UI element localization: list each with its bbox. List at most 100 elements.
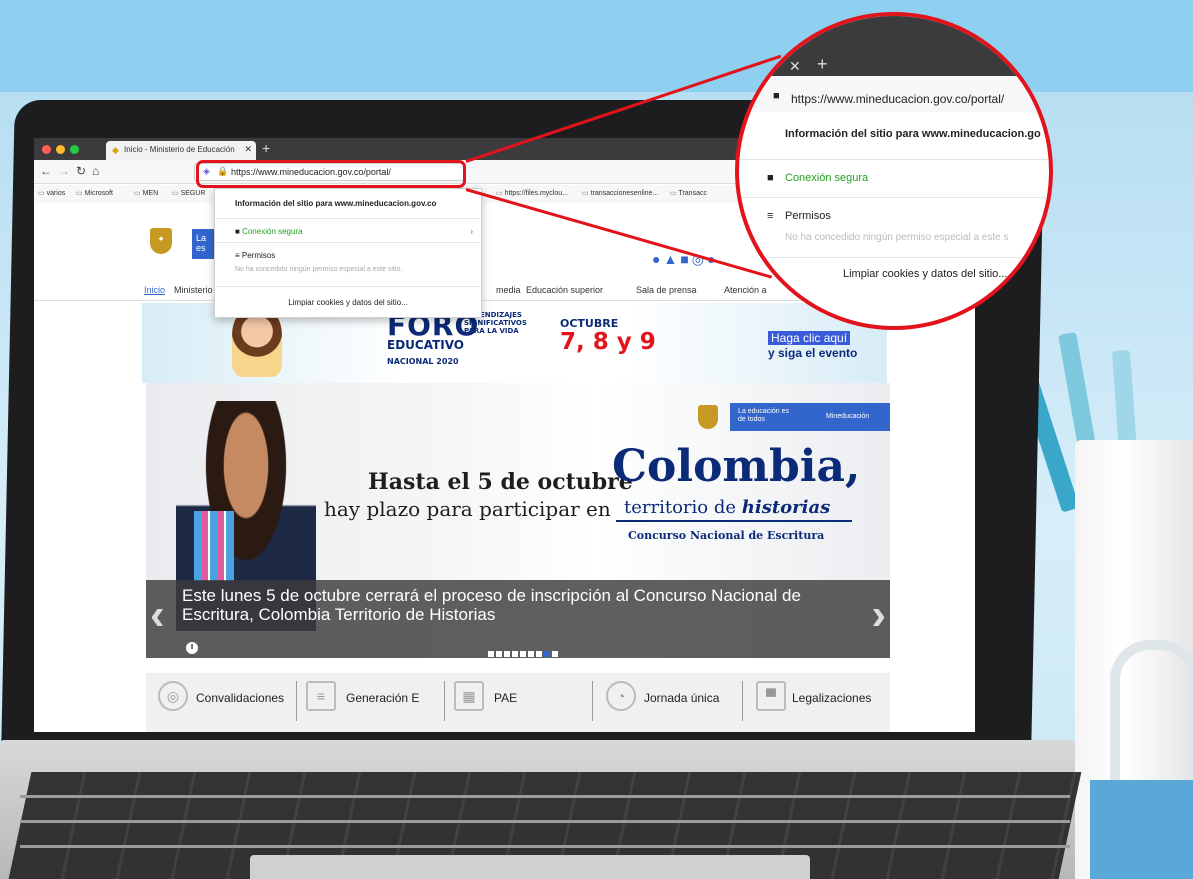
quick-link-jornada-unica[interactable]: Jornada única	[644, 691, 719, 705]
hero-colombia: Colombia,	[612, 441, 861, 492]
hero-historias: historias	[741, 497, 831, 518]
carousel-dot[interactable]	[488, 651, 494, 657]
zoom-url-text: https://www.mineducacion.gov.co/portal/	[791, 92, 1005, 106]
carousel-dot[interactable]	[528, 651, 534, 657]
quick-link-generacion-e[interactable]: Generación E	[346, 691, 419, 705]
lock-icon[interactable]: ■	[773, 90, 780, 102]
zoom-tab-bar: ✕ +	[739, 16, 1049, 76]
foro-cta-text[interactable]: y siga el evento	[768, 346, 857, 360]
keyboard-row	[20, 820, 1070, 823]
secure-connection-item[interactable]: ■ Conexión segura ›	[215, 219, 481, 243]
foro-cta-link[interactable]: Haga clic aquí	[768, 331, 851, 345]
ministry-badge: La educación es de todos Mineducación	[698, 403, 890, 431]
permissions-label: Permisos	[241, 251, 276, 260]
coat-of-arms-icon	[698, 405, 718, 429]
carousel-dot[interactable]	[520, 651, 526, 657]
tab-title: Inicio - Ministerio de Educación	[124, 145, 235, 154]
home-icon[interactable]: ⌂	[92, 164, 99, 178]
bookmark-item[interactable]: MEN	[134, 189, 159, 197]
minimize-window-button[interactable]	[56, 145, 65, 154]
flag-icon: ▀	[756, 681, 786, 711]
quick-link-convalidaciones[interactable]: Convalidaciones	[196, 691, 284, 705]
quick-links-bar: ◎ Convalidaciones ≡ Generación E ▦ PAE ◔…	[146, 673, 890, 732]
bookmark-item[interactable]: Microsoft	[76, 189, 113, 197]
new-tab-button[interactable]: +	[262, 140, 270, 156]
new-tab-button[interactable]: +	[817, 54, 828, 75]
building-icon: ▦	[454, 681, 484, 711]
zoom-address-bar[interactable]: ■ https://www.mineducacion.gov.co/portal…	[739, 76, 1049, 112]
hero-territorio-text: territorio de	[624, 497, 737, 518]
carousel-dot[interactable]	[512, 651, 518, 657]
site-info-popup: Información del sitio para www.mineducac…	[214, 188, 482, 318]
menu-item-media[interactable]: media	[496, 285, 521, 295]
globe-icon: ◎	[158, 681, 188, 711]
permissions-section: ≡ Permisos No ha concedido ningún permis…	[215, 243, 481, 287]
close-tab-icon[interactable]: ✕	[244, 144, 252, 155]
menu-item-ministerio[interactable]: Ministerio	[174, 285, 213, 295]
zoom-secure-label: Conexión segura	[785, 172, 869, 184]
site-info-title: Información del sitio para www.mineducac…	[215, 189, 481, 219]
back-icon[interactable]: ←	[40, 164, 52, 178]
url-highlight	[196, 160, 466, 188]
divider	[592, 681, 593, 721]
foro-nacional: NACIONAL 2020	[387, 357, 459, 366]
coat-of-arms-logo[interactable]: ✦	[150, 228, 172, 254]
hero-divider	[616, 520, 852, 522]
facebook-icon[interactable]: ●	[652, 251, 663, 267]
quick-link-legalizaciones[interactable]: Legalizaciones	[792, 691, 871, 705]
bookmark-item[interactable]: varios	[38, 189, 66, 197]
badge-slogan: La educación es de todos	[738, 408, 789, 423]
hero-headline: Hasta el 5 de octubre	[368, 469, 633, 495]
carousel-dot[interactable]	[552, 651, 558, 657]
secure-connection-label: Conexión segura	[242, 227, 303, 236]
carousel-prev-icon[interactable]: ‹	[150, 590, 165, 640]
bookmark-item[interactable]: transaccionesenline...	[582, 189, 659, 197]
carousel-caption-text[interactable]: Este lunes 5 de octubre cerrará el proce…	[182, 586, 842, 624]
menu-item-inicio[interactable]: Inicio	[144, 285, 165, 295]
twitter-icon[interactable]: ▲	[663, 251, 680, 267]
divider	[742, 681, 743, 721]
bookmark-item[interactable]: SEGUR	[172, 189, 206, 197]
close-tab-icon[interactable]: ✕	[789, 58, 801, 75]
hero-subline: hay plazo para participar en	[324, 497, 611, 521]
zoom-secure-connection[interactable]: ■ Conexión segura	[739, 160, 1049, 198]
permissions-icon: ≡	[235, 251, 242, 260]
bookmark-item[interactable]: Transacc	[670, 189, 707, 197]
maximize-window-button[interactable]	[70, 145, 79, 154]
divider	[296, 681, 297, 721]
browser-tab[interactable]: ◆ Inicio - Ministerio de Educación ✕	[106, 141, 256, 160]
carousel-dot[interactable]	[504, 651, 510, 657]
divider	[444, 681, 445, 721]
clear-cookies-button[interactable]: Limpiar cookies y datos del sitio...	[215, 287, 481, 319]
hero-carousel[interactable]: La educación es de todos Mineducación Ha…	[146, 383, 890, 658]
carousel-next-icon[interactable]: ›	[871, 590, 886, 640]
quick-link-pae[interactable]: PAE	[494, 691, 517, 705]
forward-icon[interactable]: →	[58, 164, 70, 178]
reload-icon[interactable]: ↻	[76, 164, 86, 178]
lock-icon: ■	[235, 227, 243, 236]
menu-item-sala-de-prensa[interactable]: Sala de prensa	[636, 285, 697, 295]
permissions-icon: ≡	[767, 210, 774, 222]
lock-icon: ■	[767, 172, 774, 184]
pause-icon[interactable]: Ⅱ	[186, 642, 198, 654]
carousel-dot-active[interactable]	[544, 651, 550, 657]
chevron-right-icon: ›	[470, 227, 473, 236]
carousel-caption: ‹ Este lunes 5 de octubre cerrará el pro…	[146, 580, 890, 658]
zoom-permissions-detail: No ha concedido ningún permiso especial …	[785, 232, 1009, 243]
carousel-indicators	[488, 644, 560, 658]
carousel-dot[interactable]	[536, 651, 542, 657]
close-window-button[interactable]	[42, 145, 51, 154]
badge-brand: Mineducación	[826, 413, 870, 420]
trackpad	[250, 855, 810, 879]
shield-icon: ◆	[112, 145, 119, 155]
hero-pencils	[194, 511, 234, 581]
keyboard-row	[20, 795, 1070, 798]
bookmark-item[interactable]: https://files.myclou...	[496, 189, 568, 197]
carousel-dot[interactable]	[496, 651, 502, 657]
clock-icon: ◔	[606, 681, 636, 711]
menu-item-educacion-superior[interactable]: Educación superior	[526, 285, 603, 295]
zoom-clear-cookies-button[interactable]: Limpiar cookies y datos del sitio...	[739, 258, 1049, 298]
foro-dates: 7, 8 y 9	[560, 329, 656, 355]
binder-clip-base	[1090, 780, 1193, 879]
document-icon: ≡	[306, 681, 336, 711]
